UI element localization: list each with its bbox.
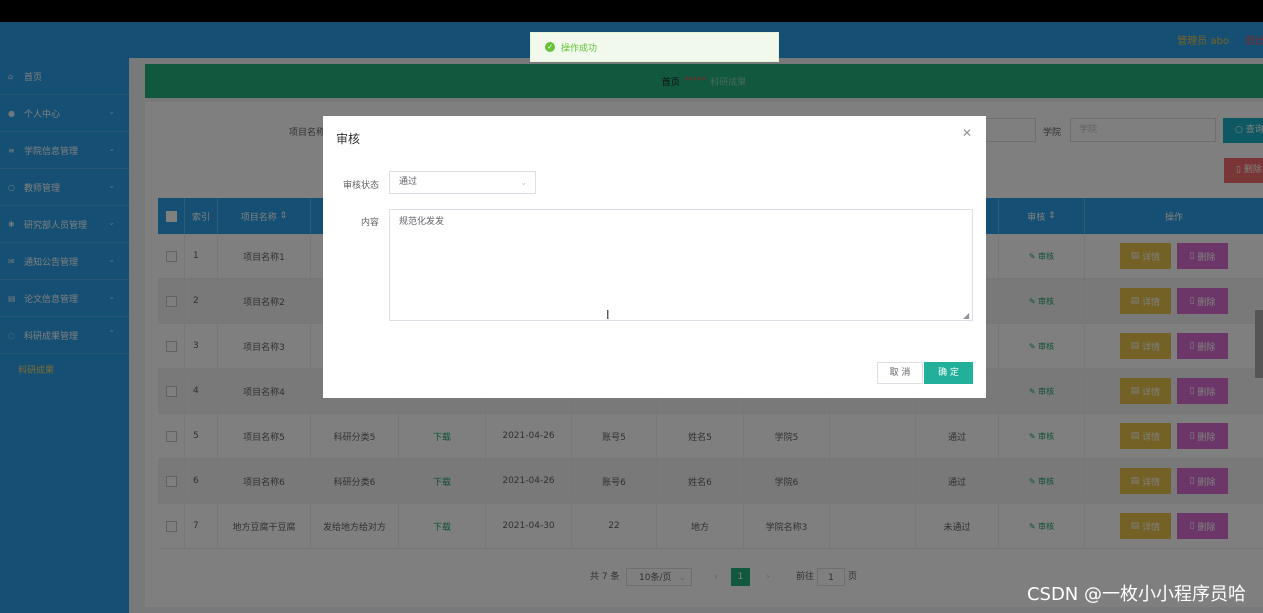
close-icon[interactable]: ✕: [962, 126, 972, 140]
content-textarea[interactable]: 规范化发发: [389, 209, 973, 321]
content-label: 内容: [361, 218, 380, 228]
audit-status-label: 审核状态: [343, 181, 380, 191]
toast-message: 操作成功: [561, 43, 598, 54]
check-circle-icon: ✓: [545, 42, 555, 52]
dialog-title: 审核: [336, 132, 361, 146]
resize-handle-icon[interactable]: ◢: [963, 311, 969, 320]
confirm-button[interactable]: 确 定: [924, 362, 973, 384]
cancel-button[interactable]: 取 消: [877, 362, 923, 384]
scrollbar-thumb[interactable]: [1255, 310, 1263, 378]
chevron-down-icon: ⌄: [520, 178, 527, 187]
success-toast: ✓ 操作成功: [530, 32, 779, 62]
watermark: CSDN @一枚小小程序员哈: [1026, 584, 1246, 605]
audit-status-select[interactable]: 通过 ⌄: [389, 171, 536, 194]
audit-dialog: 审核 ✕ 审核状态 通过 ⌄ 内容 规范化发发 ◢ 取 消 确 定: [323, 116, 986, 398]
text-cursor-icon: I: [606, 308, 610, 322]
